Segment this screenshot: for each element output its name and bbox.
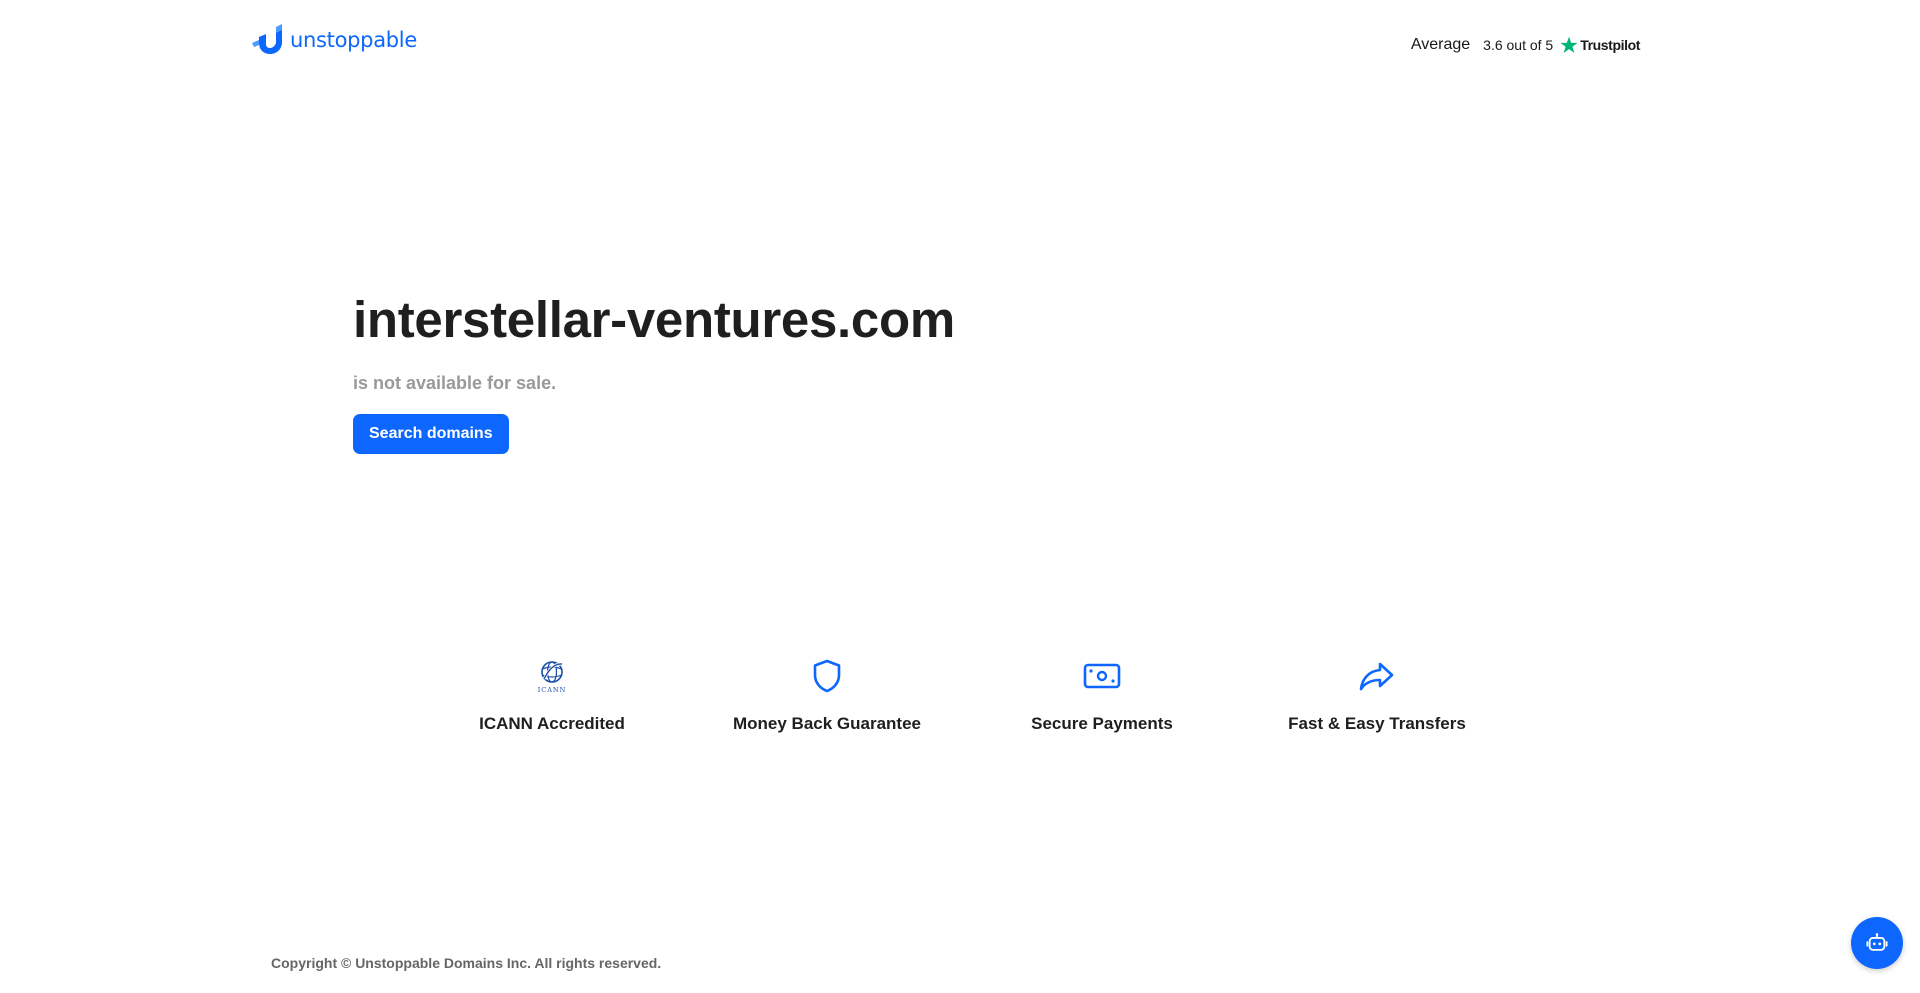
feature-transfers: Fast & Easy Transfers bbox=[1247, 656, 1507, 734]
rating-label: Average bbox=[1410, 36, 1471, 53]
unstoppable-logo[interactable]: unstoppable bbox=[252, 24, 417, 56]
share-arrow-icon bbox=[1359, 662, 1394, 691]
icann-logo-text: ICANN bbox=[538, 686, 567, 694]
chat-assistant-button[interactable] bbox=[1851, 917, 1903, 969]
availability-status: is not available for sale. bbox=[353, 373, 557, 393]
feature-label: Money Back Guarantee bbox=[732, 714, 921, 733]
feature-secure-payments: Secure Payments bbox=[972, 656, 1232, 734]
hero-section: interstellar-ventures.com is not availab… bbox=[353, 288, 955, 454]
rating-score: 3.6 out of 5 bbox=[1483, 37, 1554, 53]
icann-logo-icon: ICANN bbox=[538, 661, 567, 694]
trustpilot-star-icon bbox=[1560, 36, 1578, 53]
logo-text: unstoppable bbox=[290, 28, 417, 52]
feature-icann: ICANN ICANN Accredited bbox=[422, 656, 682, 734]
feature-label: Secure Payments bbox=[1031, 714, 1173, 733]
search-domains-button[interactable]: Search domains bbox=[353, 414, 509, 454]
shield-icon bbox=[813, 659, 841, 693]
feature-label: ICANN Accredited bbox=[479, 714, 625, 733]
copyright-text: Copyright © Unstoppable Domains Inc. All… bbox=[271, 955, 662, 971]
domain-title: interstellar-ventures.com bbox=[353, 291, 955, 348]
robot-icon bbox=[1866, 933, 1888, 951]
feature-money-back: Money Back Guarantee bbox=[697, 656, 957, 734]
unstoppable-logo-icon bbox=[252, 24, 282, 54]
money-icon bbox=[1083, 663, 1121, 689]
feature-label: Fast & Easy Transfers bbox=[1288, 714, 1466, 733]
trustpilot-rating[interactable]: Average 3.6 out of 5 Trustpilot bbox=[1410, 36, 1641, 54]
trustpilot-wordmark: Trustpilot bbox=[1580, 37, 1640, 53]
site-header: unstoppable Average 3.6 out of 5 Trustpi… bbox=[0, 0, 1920, 80]
